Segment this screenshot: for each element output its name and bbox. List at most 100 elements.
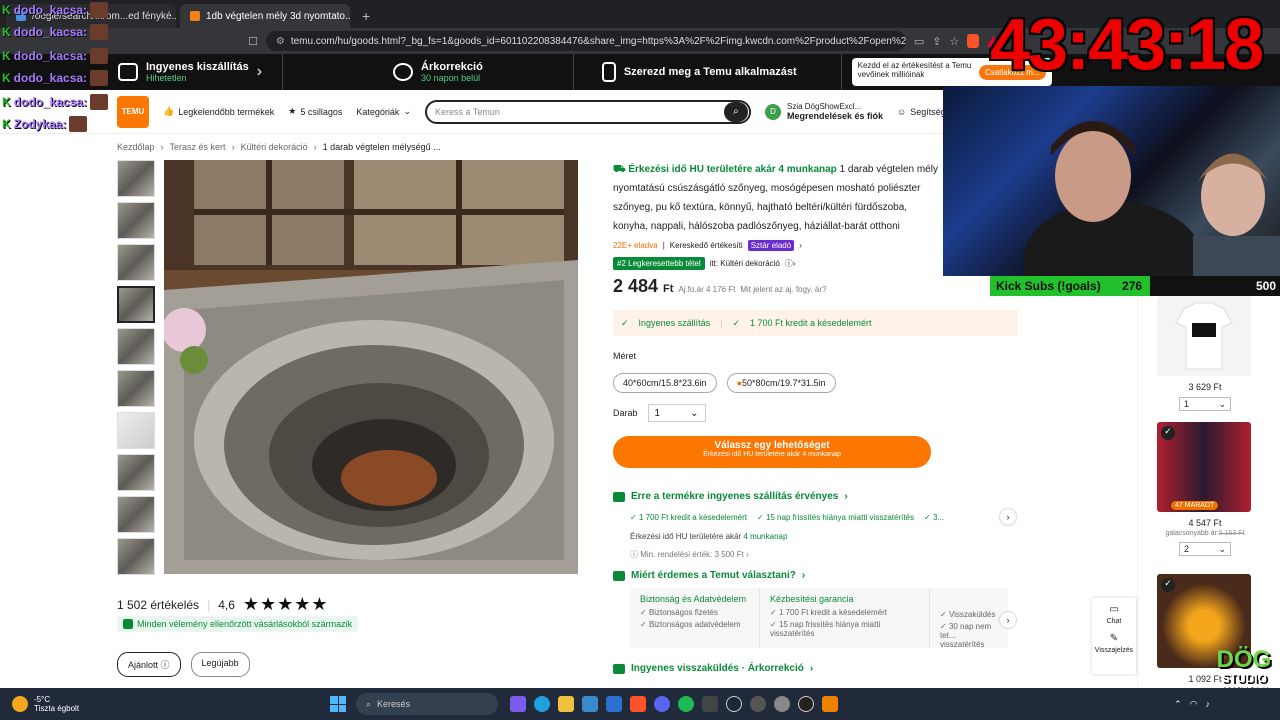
thumbnail[interactable] (117, 538, 155, 575)
product-thumbnail[interactable]: ✓ 47 MARADT (1157, 422, 1251, 512)
brave-shield-icon[interactable] (967, 34, 980, 48)
site-info-icon[interactable]: ⚙ (276, 36, 285, 47)
sort-newest-button[interactable]: Legújabb (190, 652, 250, 677)
url-field[interactable]: ⚙ temu.com/hu/goods.html?_bg_fs=1&goods_i… (265, 31, 906, 51)
thumbnail[interactable] (117, 370, 155, 407)
account-greeting: Szia DögShowExcl... (786, 102, 862, 111)
thumbnail[interactable] (117, 412, 155, 449)
size-option[interactable]: 40*60cm/15.8*23.6in (613, 373, 717, 393)
seller-rating[interactable]: Kereskedő értékesíti (670, 241, 743, 250)
quantity-select[interactable]: 2 ⌄ (1179, 542, 1231, 556)
wifi-icon[interactable]: ◠ (1190, 699, 1198, 710)
star-seller-badge[interactable]: Sztár eladó (747, 240, 795, 251)
product-price: 4 547 Ft (1188, 518, 1222, 528)
currency: Ft (663, 283, 674, 295)
recommended-product[interactable]: ✓ 47 MARADT 4 547 Ft galacsonyabb ár:5 1… (1157, 422, 1253, 556)
vlc-icon[interactable] (822, 696, 838, 712)
share-icon[interactable]: ⇪ (932, 35, 941, 48)
tab-favicon-icon (190, 11, 200, 21)
new-tab-icon[interactable]: + (354, 8, 378, 28)
breadcrumb-garden[interactable]: Terasz és kert (170, 142, 226, 152)
chevron-up-icon[interactable]: ⌃ (1174, 699, 1182, 710)
breadcrumb-home[interactable]: Kezdőlap (117, 142, 155, 152)
search-icon[interactable]: ⌕ (723, 101, 748, 122)
search-input[interactable]: Keress a Temun ⌕ (424, 99, 751, 124)
promo-app[interactable]: Szerezd meg a Temu alkalmazást (574, 54, 842, 90)
chat-button[interactable]: ▭ Chat (1092, 604, 1136, 625)
settings-icon[interactable] (774, 696, 790, 712)
promo-free-shipping[interactable]: Ingyenes kiszállítás Hihetetlen › (0, 54, 284, 90)
media-player-icon[interactable] (798, 696, 814, 712)
windows-start-icon[interactable] (330, 696, 346, 712)
free-shipping-section[interactable]: Erre a termékre ingyenes szállítás érvén… (613, 491, 848, 502)
promo-price-adjust[interactable]: Árkorrekció 30 napon belül (283, 54, 574, 90)
thumbnail[interactable] (117, 496, 155, 533)
weather-widget[interactable]: -5°C Tiszta égbolt (0, 695, 330, 713)
discord-icon[interactable] (654, 696, 670, 712)
product-main-image[interactable] (164, 160, 578, 574)
thumbnail[interactable] (117, 454, 155, 491)
temu-logo[interactable]: TEMU (117, 95, 149, 128)
breadcrumb-outdoor[interactable]: Kültéri dekoráció (241, 142, 308, 152)
browser-tab-temu[interactable]: 1db végtelen mély 3d nyomtato...✕ (180, 4, 350, 28)
mail-icon[interactable] (606, 696, 622, 712)
help-link[interactable]: ☺ Segítség (897, 107, 946, 117)
breadcrumb: Kezdőlap › Terasz és kert › Kültéri dekorá… (117, 142, 441, 152)
min-order[interactable]: ⓘ Min. rendelési érték: 3 500 Ft › (630, 549, 749, 560)
steam-icon[interactable] (726, 696, 742, 712)
chevron-right-icon[interactable]: › (1000, 612, 1016, 628)
best-sellers-link[interactable]: 👍 Legkelendőbb termékek (163, 106, 274, 117)
promo-sub: 30 napon belül (421, 73, 481, 83)
xbox-icon[interactable] (702, 696, 718, 712)
thumbnail[interactable] (117, 328, 155, 365)
bookmark-icon[interactable]: ☐ (248, 35, 258, 48)
check-icon: ✓ (1161, 426, 1175, 440)
volume-icon[interactable]: ♪ (1206, 699, 1211, 710)
product-thumbnail[interactable] (1157, 296, 1251, 376)
feedback-button[interactable]: ✎ Visszajelzés (1092, 633, 1136, 654)
recommended-product[interactable]: 3 629 Ft 1 ⌄ (1157, 296, 1253, 411)
why-temu-section[interactable]: Miért érdemes a Temut választani? › (613, 570, 805, 581)
screen-icon[interactable]: ▭ (914, 35, 924, 48)
categories-menu[interactable]: Kategóriák ⌄ (356, 106, 411, 117)
browser-tab-google[interactable]: /oogle/search/.../om...ed fényké... (6, 4, 176, 28)
chevron-right-icon[interactable]: › (1000, 509, 1016, 525)
app-icon[interactable] (750, 696, 766, 712)
taskbar-search[interactable]: ⌕ Keresés (356, 693, 498, 715)
size-option[interactable]: ●50*80cm/19.7*31.5in (726, 373, 836, 393)
quantity-select[interactable]: 1 ⌄ (1179, 397, 1231, 411)
reference-price: Aj.fo.ár 4 176 Ft (678, 285, 736, 294)
rank-row[interactable]: #2 Legkeresettebb tétel itt: Kültéri dek… (613, 257, 943, 270)
file-explorer-icon[interactable] (558, 696, 574, 712)
seller-invite-text: Kezdd el az értékesítést a Temu vevőinek… (857, 61, 972, 79)
check-icon: ✓ (1161, 578, 1175, 592)
thumbnail-selected[interactable] (117, 286, 155, 323)
shield-check-icon (123, 619, 133, 629)
brave-icon[interactable] (630, 696, 646, 712)
verified-reviews-note: Minden vélemény ellenőrzött vásárlásokbó… (117, 616, 359, 632)
returns-section[interactable]: Ingyenes visszaküldés · Árkorrekció › (613, 663, 813, 674)
thumbnail[interactable] (117, 160, 155, 197)
star-icon[interactable]: ☆ (950, 35, 960, 48)
spotify-icon[interactable] (678, 696, 694, 712)
account-menu[interactable]: D Szia DögShowExcl... Megrendelések és fi… (764, 102, 883, 121)
rating-score: 4,6 (218, 597, 235, 612)
thumbnail[interactable] (117, 202, 155, 239)
edge-icon[interactable] (534, 696, 550, 712)
thumbnail[interactable] (117, 244, 155, 281)
quantity-select[interactable]: 1 ⌄ (647, 404, 706, 422)
sort-recommended-button[interactable]: Ajánlott ⓘ (117, 652, 181, 677)
promo-sub: Hihetetlen (146, 73, 187, 83)
chevron-down-icon: ⌄ (403, 106, 411, 116)
product-info: ⛟ Érkezési idő HU területére akár 4 munk… (613, 160, 943, 270)
reference-price-help[interactable]: Mit jelent az aj. fogy. ár? (740, 285, 826, 294)
tab-label: 1db végtelen mély 3d nyomtato... (206, 10, 350, 22)
rating-summary[interactable]: 1 502 értékelés | 4,6 ★★★★★ (117, 594, 329, 615)
windows-taskbar: -5°C Tiszta égbolt ⌕ Keresés ⌃ ◠ ♪ (0, 688, 1280, 720)
subs-goal: 500 (1150, 276, 1280, 296)
five-stars-link[interactable]: ★ 5 csillagos (288, 106, 342, 117)
select-option-button[interactable]: Válassz egy lehetőséget Érkezési idő HU … (613, 436, 931, 468)
promo-app-title: Szerezd meg a Temu alkalmazást (623, 66, 797, 78)
store-icon[interactable] (582, 696, 598, 712)
copilot-icon[interactable] (510, 696, 526, 712)
